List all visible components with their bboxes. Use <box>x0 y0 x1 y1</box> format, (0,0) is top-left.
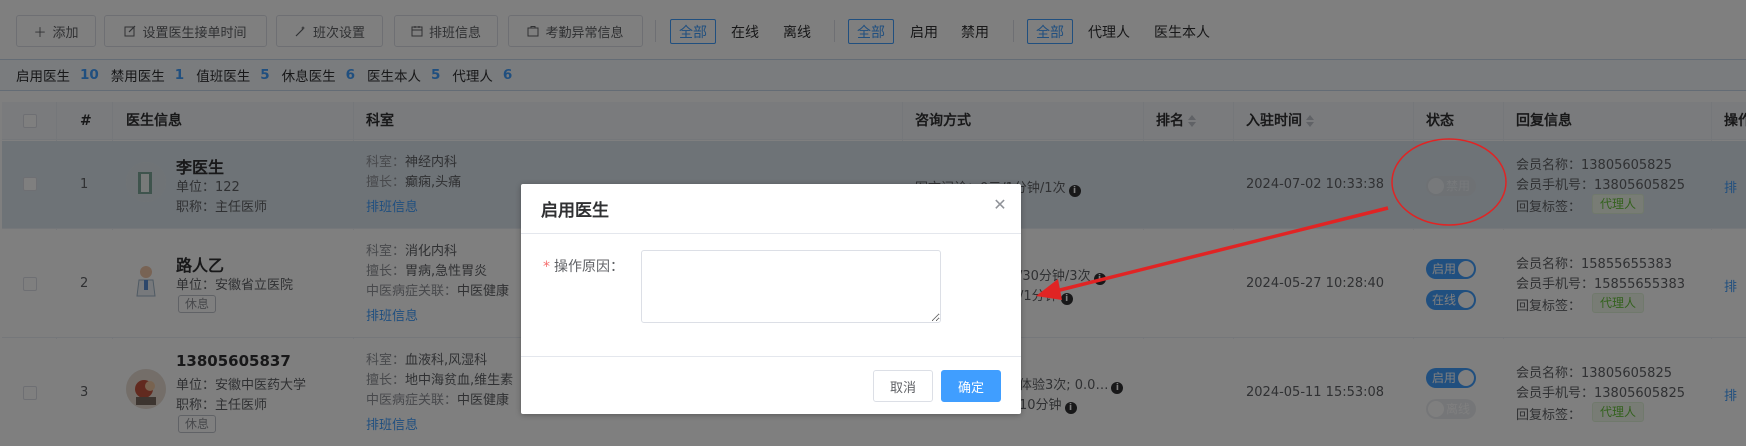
reason-label: * 操作原因： <box>543 256 624 276</box>
dialog-header-divider <box>521 233 1021 234</box>
close-icon[interactable]: ✕ <box>993 197 1007 213</box>
reason-label-text: 操作原因： <box>554 259 624 275</box>
cancel-button[interactable]: 取消 <box>873 370 933 402</box>
dialog-title: 启用医生 <box>541 201 609 221</box>
required-mark: * <box>543 259 550 275</box>
dialog-footer-divider <box>521 356 1021 357</box>
enable-doctor-dialog: 启用医生 ✕ * 操作原因： 取消 确定 <box>521 184 1021 414</box>
confirm-button[interactable]: 确定 <box>941 370 1001 402</box>
reason-textarea[interactable] <box>641 250 941 323</box>
